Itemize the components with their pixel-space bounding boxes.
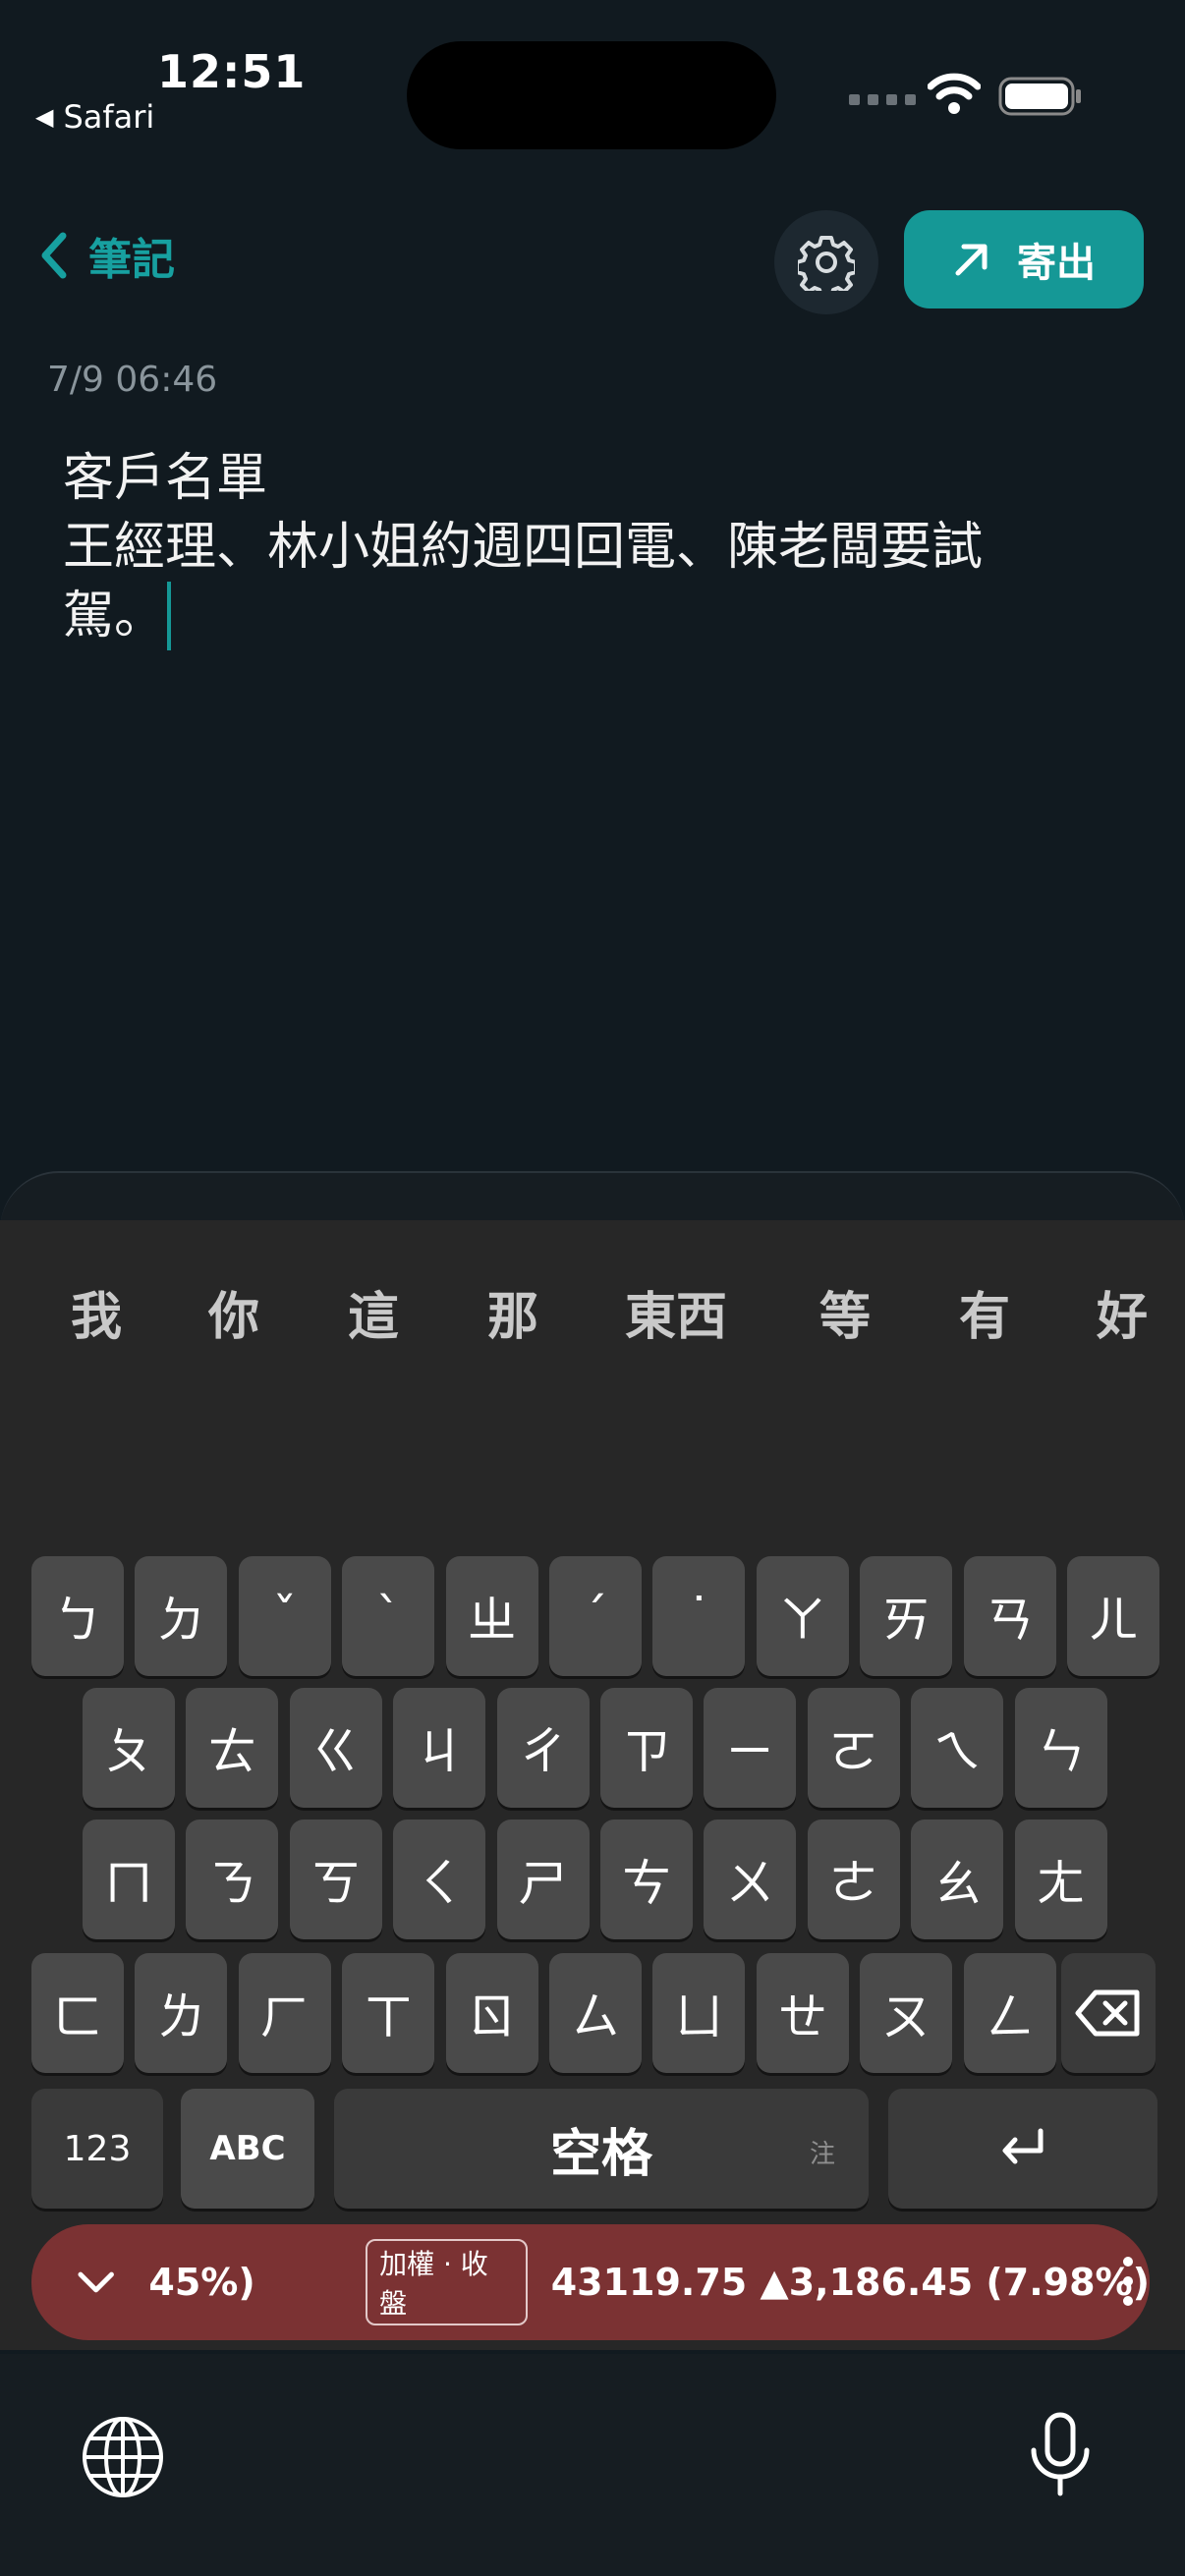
note-line: 客戶名單 — [63, 449, 268, 508]
note-date: 7/9 06:46 — [47, 360, 218, 400]
zhuyin-key[interactable]: ㄊ — [186, 1688, 279, 1808]
zhuyin-key[interactable]: ㄧ — [704, 1688, 797, 1808]
send-label: 寄出 — [1017, 241, 1096, 286]
battery-icon — [998, 77, 1083, 116]
zhuyin-key[interactable]: ㄐ — [393, 1688, 486, 1808]
zhuyin-key[interactable]: ㄔ — [496, 1688, 590, 1808]
back-label: 筆記 — [88, 235, 175, 285]
zhuyin-key[interactable]: ㄎ — [289, 1820, 382, 1939]
zhuyin-key[interactable]: ㄝ — [756, 1953, 849, 2073]
zhuyin-key[interactable]: ˇ — [238, 1556, 331, 1676]
zhuyin-key[interactable]: ㄦ — [1067, 1556, 1159, 1676]
chevron-down-icon[interactable] — [77, 2270, 115, 2294]
zhuyin-key[interactable]: ㄟ — [911, 1688, 1004, 1808]
zhuyin-key[interactable]: ㄡ — [860, 1953, 953, 2073]
zhuyin-key[interactable]: ㄤ — [1014, 1820, 1107, 1939]
globe-icon[interactable] — [81, 2415, 165, 2503]
candidate-word[interactable]: 好 — [1097, 1275, 1148, 1349]
signal-dots-icon — [849, 94, 916, 105]
chevron-left-icon — [41, 232, 67, 279]
zhuyin-key[interactable]: ㄌ — [135, 1953, 228, 2073]
delete-key[interactable] — [1061, 1953, 1156, 2073]
settings-button[interactable] — [774, 210, 878, 314]
back-triangle-icon: ◀ — [35, 103, 54, 131]
candidate-word[interactable]: 這 — [348, 1275, 399, 1349]
zhuyin-key[interactable]: ㄅ — [31, 1556, 124, 1676]
candidate-word[interactable]: 那 — [487, 1275, 538, 1349]
zhuyin-key[interactable]: ㄏ — [238, 1953, 331, 2073]
status-time: 12:51 — [157, 45, 307, 98]
zhuyin-key[interactable]: ㄥ — [963, 1953, 1056, 2073]
zhuyin-key[interactable]: ㄣ — [1014, 1688, 1107, 1808]
zhuyin-key[interactable]: ㄩ — [652, 1953, 746, 2073]
zhuyin-key[interactable]: ㄋ — [186, 1820, 279, 1939]
space-label: 空格 — [549, 2124, 652, 2184]
zhuyin-key[interactable]: ㄒ — [342, 1953, 435, 2073]
stock-ticker-bar[interactable]: 45%) 加權 · 收盤 43119.75 ▲3,186.45 (7.98%) — [31, 2224, 1150, 2340]
zhuyin-key[interactable]: ㄚ — [756, 1556, 849, 1676]
zhuyin-key[interactable]: ㄜ — [807, 1820, 900, 1939]
zhuyin-key[interactable]: ㄗ — [600, 1688, 693, 1808]
back-app-label: Safari — [63, 98, 155, 136]
zhuyin-key[interactable]: ㄨ — [704, 1820, 797, 1939]
zhuyin-key[interactable]: ㄇ — [83, 1820, 175, 1939]
back-to-app[interactable]: ◀ Safari — [35, 98, 154, 136]
note-line: 王經理、林小姐約週四回電、陳老闆要試 — [63, 518, 984, 577]
return-key[interactable] — [888, 2089, 1157, 2209]
candidate-word[interactable]: 我 — [71, 1275, 122, 1349]
microphone-icon[interactable] — [1026, 2411, 1095, 2503]
ticker-badge: 加權 · 收盤 — [366, 2239, 528, 2325]
zhuyin-key[interactable]: ㄠ — [911, 1820, 1004, 1939]
space-key[interactable]: 空格 注 — [334, 2089, 869, 2209]
candidate-word[interactable]: 你 — [208, 1275, 259, 1349]
zhuyin-key[interactable]: ㄑ — [393, 1820, 486, 1939]
return-icon — [1002, 2128, 1044, 2164]
zhuyin-key[interactable]: ㄍ — [289, 1688, 382, 1808]
wifi-icon — [927, 73, 982, 118]
note-line-wrap: 駕。 — [63, 582, 1134, 650]
more-vertical-icon[interactable] — [1122, 2254, 1134, 2309]
zhuyin-key[interactable]: ㄘ — [600, 1820, 693, 1939]
backspace-icon — [1075, 1989, 1140, 2037]
keyboard-bottom-bar — [0, 2354, 1185, 2576]
zhuyin-indicator: 注 — [809, 2140, 835, 2169]
zhuyin-key[interactable]: ㄕ — [496, 1820, 590, 1939]
zhuyin-key[interactable]: ㄞ — [860, 1556, 953, 1676]
dynamic-island — [407, 41, 776, 149]
candidate-word[interactable]: 有 — [959, 1275, 1010, 1349]
send-button[interactable]: 寄出 — [904, 210, 1144, 308]
notes-back-button[interactable]: 筆記 — [39, 224, 175, 287]
arrow-up-right-icon — [955, 244, 988, 276]
abc-key[interactable]: ABC — [181, 2089, 314, 2209]
zhuyin-key[interactable]: ㄢ — [963, 1556, 1056, 1676]
zhuyin-key[interactable]: ㄓ — [445, 1556, 538, 1676]
ticker-index: 43119.75 ▲3,186.45 (7.98%) — [550, 2261, 1150, 2304]
zhuyin-key[interactable]: ㄉ — [135, 1556, 228, 1676]
zhuyin-key[interactable]: ˙ — [652, 1556, 746, 1676]
zhuyin-key[interactable]: ˋ — [342, 1556, 435, 1676]
text-caret — [167, 582, 172, 650]
gear-icon — [798, 236, 855, 291]
zhuyin-key[interactable]: ㄛ — [807, 1688, 900, 1808]
zhuyin-key[interactable]: ㄖ — [445, 1953, 538, 2073]
note-line: 駕。 — [63, 587, 166, 645]
note-editor[interactable]: 客戶名單 王經理、林小姐約週四回電、陳老闆要試 駕。 — [63, 444, 1134, 650]
candidate-word[interactable]: 等 — [819, 1275, 871, 1349]
zhuyin-key[interactable]: ˊ — [549, 1556, 642, 1676]
zhuyin-key[interactable]: ㄈ — [31, 1953, 124, 2073]
candidate-bar: 我 你 這 那 東西 等 有 好 — [0, 1267, 1185, 1356]
numbers-key[interactable]: 123 — [31, 2089, 163, 2209]
ticker-percent: 45%) — [148, 2261, 255, 2304]
candidate-word[interactable]: 東西 — [625, 1275, 727, 1349]
zhuyin-key[interactable]: ㄙ — [549, 1953, 642, 2073]
zhuyin-key[interactable]: ㄆ — [83, 1688, 175, 1808]
